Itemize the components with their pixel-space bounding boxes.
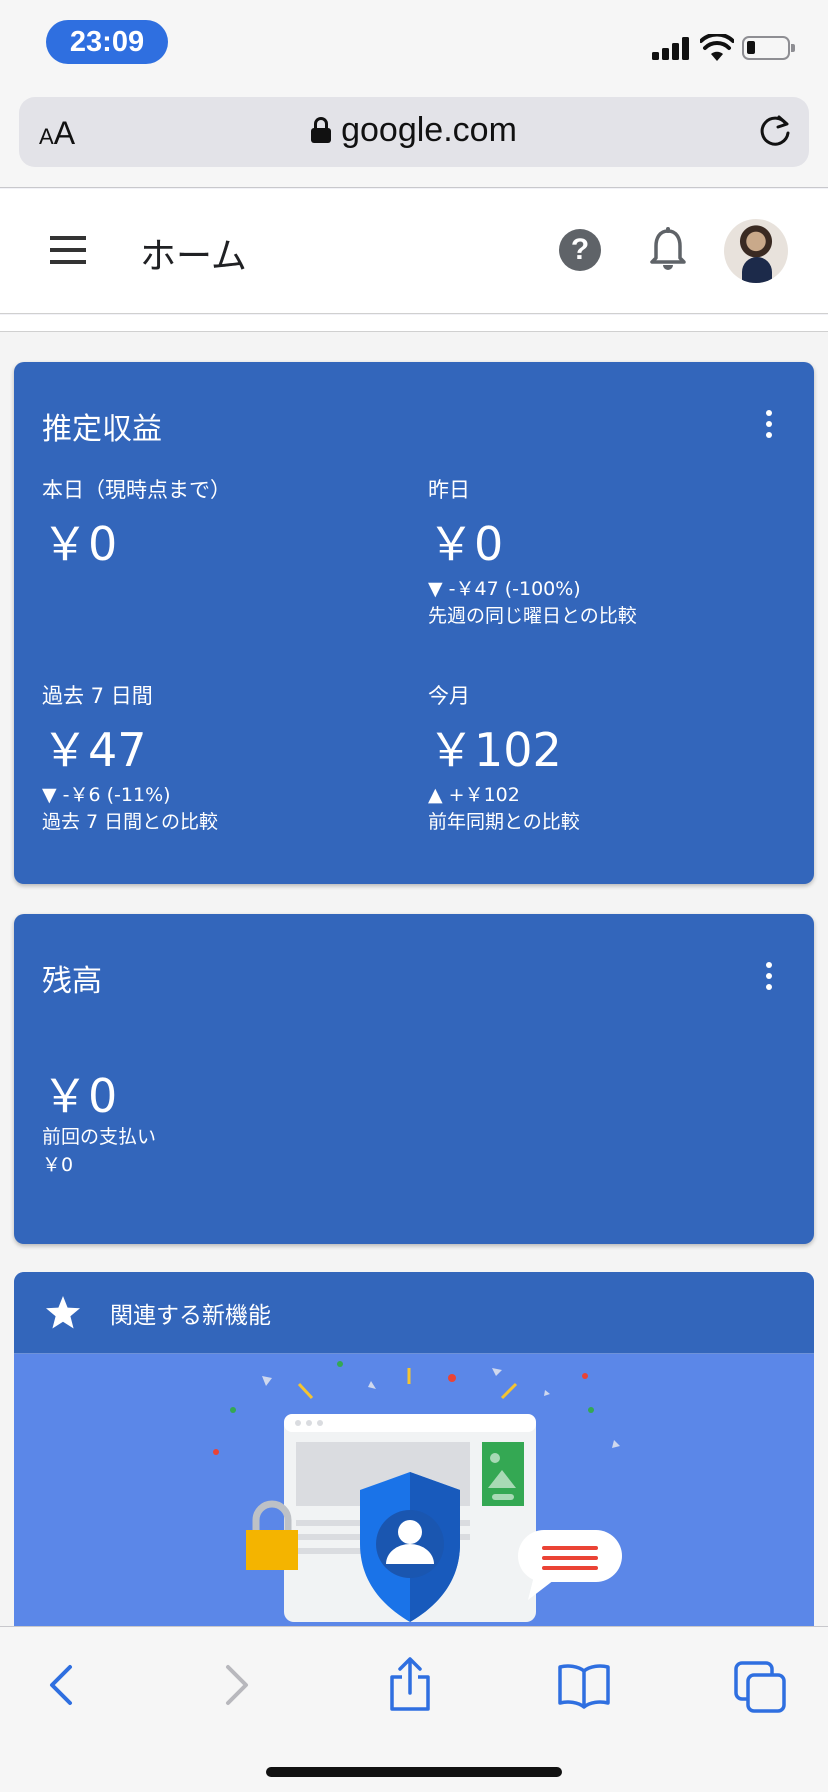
yesterday-label: 昨日: [428, 478, 470, 502]
month-label: 今月: [428, 684, 470, 708]
status-bar: 23:09: [0, 0, 828, 92]
earnings-card: 推定収益 本日（現時点まで） ￥0 昨日 ￥0 ▼ -￥47 (-100%) 先…: [14, 362, 814, 884]
month-value: ￥102: [428, 723, 562, 777]
yesterday-value: ￥0: [428, 517, 504, 571]
month-comparison: 前年同期との比較: [428, 811, 580, 833]
url-text: google.com: [341, 111, 517, 149]
header-divider: [0, 315, 828, 332]
security-illustration: [213, 1361, 622, 1622]
last7-change: ▼ -￥6 (-11%): [42, 784, 171, 806]
balance-card: 残高 ￥0 前回の支払い ￥0: [14, 914, 814, 1244]
reload-icon[interactable]: [757, 113, 793, 149]
star-icon: [46, 1296, 80, 1329]
last-payment-value: ￥0: [42, 1154, 74, 1176]
last7-value: ￥47: [42, 723, 147, 777]
bell-icon[interactable]: [648, 227, 688, 273]
today-label: 本日（現時点まで）: [42, 478, 231, 502]
feature-header: 関連する新機能: [14, 1272, 814, 1354]
browser-address-area: AA google.com: [0, 92, 828, 188]
bookmarks-icon[interactable]: [554, 1655, 614, 1715]
feature-title: 関連する新機能: [110, 1303, 271, 1329]
hamburger-menu-icon[interactable]: [50, 236, 86, 264]
battery-icon: [742, 36, 795, 60]
help-icon[interactable]: ?: [559, 229, 601, 271]
earnings-more-icon[interactable]: [766, 410, 772, 438]
avatar[interactable]: [724, 219, 788, 283]
lock-icon: [311, 117, 332, 143]
last7-label: 過去 7 日間: [42, 684, 153, 708]
balance-title: 残高: [42, 964, 102, 999]
share-icon[interactable]: [380, 1655, 440, 1715]
page-title: ホーム: [140, 236, 247, 277]
yesterday-change: ▼ -￥47 (-100%): [428, 578, 581, 600]
feature-card: 関連する新機能: [14, 1272, 814, 1626]
balance-more-icon[interactable]: [766, 962, 772, 990]
today-value: ￥0: [42, 517, 118, 571]
tabs-icon[interactable]: [730, 1655, 790, 1715]
wifi-icon: [700, 34, 734, 61]
url-display[interactable]: google.com: [19, 111, 809, 150]
earnings-title: 推定収益: [42, 412, 162, 447]
yesterday-comparison: 先週の同じ曜日との比較: [428, 605, 637, 627]
balance-value: ￥0: [42, 1069, 118, 1123]
cellular-signal-icon: [652, 36, 690, 60]
browser-toolbar: [0, 1626, 828, 1792]
app-header: ホーム ?: [0, 189, 828, 314]
month-change: ▲ +￥102: [428, 784, 520, 806]
forward-icon[interactable]: [206, 1655, 266, 1715]
status-time: 23:09: [46, 20, 168, 64]
address-bar[interactable]: AA google.com: [19, 97, 809, 167]
last-payment-label: 前回の支払い: [42, 1126, 157, 1148]
home-indicator[interactable]: [266, 1767, 562, 1777]
back-icon[interactable]: [32, 1655, 92, 1715]
last7-comparison: 過去 7 日間との比較: [42, 811, 218, 833]
